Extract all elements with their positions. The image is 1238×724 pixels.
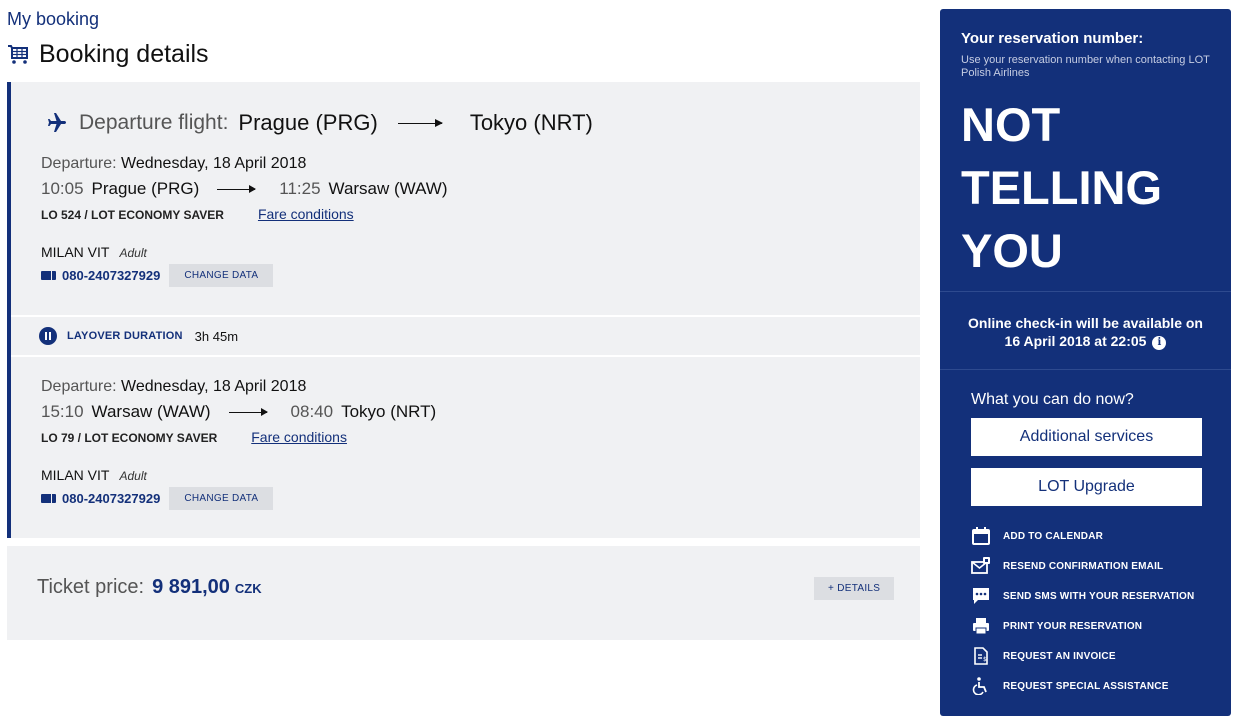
reservation-label: Your reservation number: [961,30,1144,47]
ticket-price-value: 9 891,00 [152,576,230,598]
departure-label: Departure: [41,155,117,172]
departure-flight-card: Departure flight: Prague (PRG) Tokyo (NR… [7,82,920,538]
action-list: ADD TO CALENDAR RESEND CONFIRMATION EMAI… [971,521,1194,701]
action-label: PRINT YOUR RESERVATION [1003,620,1143,632]
info-icon[interactable]: i [1152,336,1167,350]
svg-text:$: $ [983,656,987,663]
breadcrumb-my-booking[interactable]: My booking [7,9,99,30]
what-you-can-do-heading: What you can do now? [971,391,1134,408]
flight-header: Departure flight: Prague (PRG) Tokyo (NR… [43,108,593,138]
passenger-row: MILAN VIT Adult [41,244,448,260]
lot-upgrade-button[interactable]: LOT Upgrade [971,468,1202,506]
flight-destination: Tokyo (NRT) [469,110,593,135]
ticket-row: 080-2407327929 CHANGE DATA [41,264,448,287]
segment-departure: Departure: Wednesday, 18 April 2018 [41,378,436,396]
flight-number: LO 524 / LOT ECONOMY SAVER [41,208,224,222]
flight-label: Departure flight: [79,111,229,134]
action-label: RESEND CONFIRMATION EMAIL [1003,560,1164,572]
reservation-subtext: Use your reservation number when contact… [961,54,1210,79]
layover-duration: 3h 45m [194,328,239,344]
arrival-time: 08:40 [290,402,334,421]
passenger-type: Adult [119,246,147,260]
wheelchair-icon [972,677,987,695]
fare-conditions-link[interactable]: Fare conditions [251,429,347,445]
arrival-time: 11:25 [279,179,321,198]
departure-city: Prague (PRG) [91,179,200,198]
ticket-price: Ticket price: 9 891,00 CZK [37,576,262,599]
action-send-sms[interactable]: SEND SMS WITH YOUR RESERVATION [971,581,1194,611]
departure-label: Departure: [41,378,117,395]
invoice-icon: $ [974,647,988,665]
details-button[interactable]: + DETAILS [814,577,895,600]
passenger-name: MILAN VIT [41,244,110,260]
reservation-number: NOT TELLING YOU [961,98,1163,277]
ticket-icon [41,271,56,280]
flight-origin: Prague (PRG) [238,110,378,135]
arrival-city: Warsaw (WAW) [328,179,448,198]
ticket-number: 080-2407327929 [62,491,161,506]
printer-icon [973,618,989,635]
arrow-right-icon [397,118,443,127]
action-label: SEND SMS WITH YOUR RESERVATION [1003,590,1195,602]
action-label: REQUEST AN INVOICE [1003,650,1116,662]
ticket-number: 080-2407327929 [62,268,161,283]
sms-icon [973,588,989,604]
cart-icon [8,44,28,64]
departure-time: 15:10 [41,402,84,421]
flight-segment-2: Departure: Wednesday, 18 April 2018 15:1… [41,378,436,510]
flight-number: LO 79 / LOT ECONOMY SAVER [41,431,218,445]
ticket-row: 080-2407327929 CHANGE DATA [41,487,436,510]
divider [940,291,1231,292]
page-title-text: Booking details [39,40,209,68]
checkin-info: Online check-in will be available on 16 … [940,314,1231,350]
change-data-button[interactable]: CHANGE DATA [169,264,274,287]
flight-number-row: LO 79 / LOT ECONOMY SAVER Fare condition… [41,429,436,445]
arrow-right-icon [228,407,268,416]
checkin-line-1: Online check-in will be available on [968,315,1203,331]
ticket-price-currency: CZK [234,581,262,596]
action-print-reservation[interactable]: PRINT YOUR RESERVATION [971,611,1194,641]
passenger-type: Adult [119,469,147,483]
fare-conditions-link[interactable]: Fare conditions [258,206,354,222]
segment-times: 10:05 Prague (PRG) 11:25 Warsaw (WAW) [41,179,448,199]
action-add-to-calendar[interactable]: ADD TO CALENDAR [971,521,1194,551]
action-special-assistance[interactable]: REQUEST SPECIAL ASSISTANCE [971,671,1194,701]
ticket-icon [41,494,56,503]
segment-departure: Departure: Wednesday, 18 April 2018 [41,155,448,173]
page-title: Booking details [7,40,209,69]
passenger-row: MILAN VIT Adult [41,467,436,483]
departure-city: Warsaw (WAW) [91,402,211,421]
departure-date: Wednesday, 18 April 2018 [121,155,307,172]
flight-segment-1: Departure: Wednesday, 18 April 2018 10:0… [41,155,448,287]
ticket-price-label: Ticket price: [37,576,145,598]
arrival-city: Tokyo (NRT) [341,402,437,421]
email-icon [971,557,990,574]
checkin-line-2: 16 April 2018 at 22:05 [1004,333,1147,349]
action-resend-email[interactable]: RESEND CONFIRMATION EMAIL [971,551,1194,581]
reservation-sidebar: Your reservation number: Use your reserv… [940,9,1231,716]
action-label: REQUEST SPECIAL ASSISTANCE [1003,680,1169,692]
divider [940,369,1231,370]
departure-time: 10:05 [41,179,84,198]
layover-row: LAYOVER DURATION 3h 45m [11,315,920,357]
passenger-name: MILAN VIT [41,467,110,483]
flight-number-row: LO 524 / LOT ECONOMY SAVER Fare conditio… [41,206,448,222]
layover-label: LAYOVER DURATION [67,330,183,342]
additional-services-button[interactable]: Additional services [971,418,1202,456]
action-request-invoice[interactable]: $ REQUEST AN INVOICE [971,641,1194,671]
pause-icon [39,327,57,345]
calendar-icon [972,527,990,545]
action-label: ADD TO CALENDAR [1003,530,1104,542]
segment-times: 15:10 Warsaw (WAW) 08:40 Tokyo (NRT) [41,402,436,422]
change-data-button[interactable]: CHANGE DATA [169,487,274,510]
airplane-icon [48,113,66,132]
arrow-right-icon [217,184,257,193]
ticket-price-card: Ticket price: 9 891,00 CZK + DETAILS [7,546,920,640]
departure-date: Wednesday, 18 April 2018 [121,378,307,395]
